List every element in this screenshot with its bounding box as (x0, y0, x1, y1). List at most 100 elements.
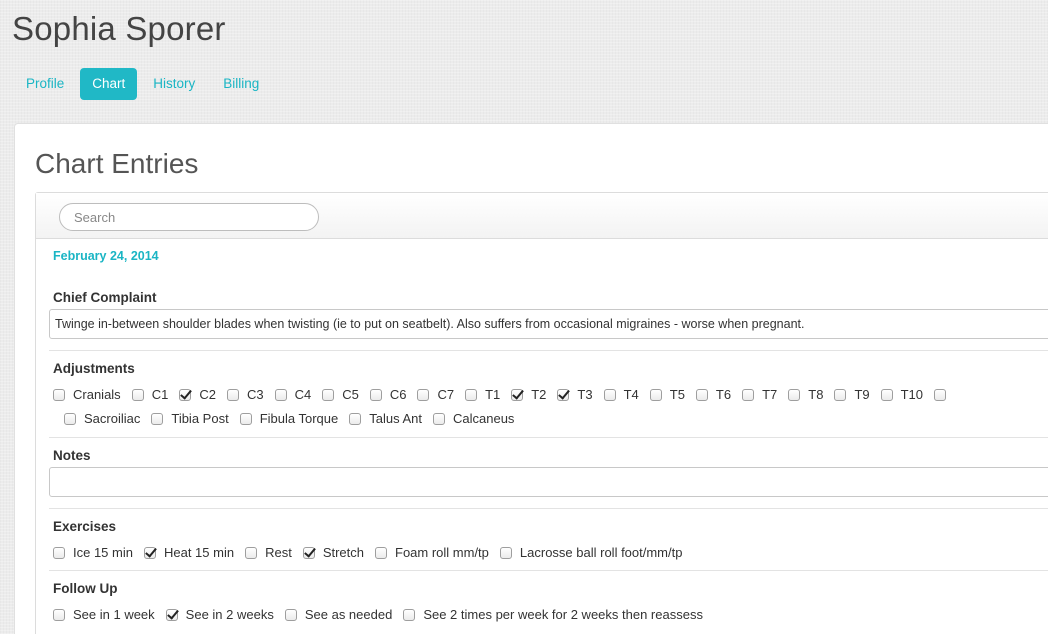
adjustment-option-t3[interactable]: T3 (557, 387, 593, 402)
checkbox[interactable] (403, 608, 416, 621)
checkbox[interactable] (375, 546, 387, 559)
checkbox[interactable] (834, 388, 847, 401)
tab-chart[interactable]: Chart (80, 68, 138, 100)
checkbox-label: C2 (199, 387, 216, 402)
checkbox-label: Stretch (322, 545, 364, 560)
checkbox-label: See as needed (304, 607, 393, 622)
exercise-option-rest[interactable]: Rest (245, 545, 292, 560)
checkbox[interactable] (742, 388, 755, 401)
checkbox[interactable] (131, 388, 144, 401)
adjustment-option-calcaneus[interactable]: Calcaneus (433, 411, 514, 426)
checkbox[interactable] (349, 412, 362, 425)
checkbox[interactable] (322, 388, 335, 401)
adjustment-option-t9[interactable]: T9 (834, 387, 870, 402)
follow-up-option-see-2-times-per-week-for-2-weeks-then-reassess[interactable]: See 2 times per week for 2 weeks then re… (403, 607, 703, 622)
checkbox-label: Rest (265, 545, 292, 560)
checkbox-label: C7 (437, 387, 455, 402)
adjustment-option-sacroiliac[interactable]: Sacroiliac (64, 411, 140, 426)
follow-up-option-see-in-2-weeks[interactable]: See in 2 weeks (165, 607, 274, 622)
adjustment-option-t5[interactable]: T5 (649, 387, 685, 402)
follow-up-option-see-in-1-week[interactable]: See in 1 week (53, 607, 155, 622)
exercise-option-ice-15-min[interactable]: Ice 15 min (53, 545, 133, 560)
checkbox-label: C6 (389, 387, 407, 402)
checkbox[interactable] (695, 388, 708, 401)
patient-nav-tabs: Profile Chart History Billing (14, 68, 275, 100)
checkbox-label: T4 (623, 387, 639, 402)
divider (49, 350, 1048, 351)
chief-complaint-title: Chief Complaint (53, 290, 157, 305)
checkbox[interactable] (433, 412, 445, 425)
adjustment-option-talus-ant[interactable]: Talus Ant (349, 411, 422, 426)
adjustment-option-c5[interactable]: C5 (322, 387, 359, 402)
tab-profile[interactable]: Profile (14, 68, 76, 100)
checkbox-label: Sacroiliac (84, 411, 141, 426)
checkbox[interactable] (64, 412, 76, 425)
checkbox-checked[interactable] (165, 608, 178, 621)
search-input[interactable] (59, 203, 319, 231)
adjustments-title: Adjustments (53, 361, 135, 376)
checkbox[interactable] (603, 388, 616, 401)
checkbox[interactable] (880, 388, 893, 401)
checkbox[interactable] (274, 388, 287, 401)
adjustment-option-c3[interactable]: C3 (226, 387, 264, 402)
follow-up-option-see-as-needed[interactable]: See as needed (284, 607, 393, 622)
adjustment-option-fibula-torque[interactable]: Fibula Torque (239, 411, 338, 426)
checkbox[interactable] (788, 388, 801, 401)
adjustment-option-t8[interactable]: T8 (788, 387, 823, 402)
checkbox-label: C4 (294, 387, 312, 402)
exercise-option-lacrosse-ball-roll-foot-mm-tp[interactable]: Lacrosse ball roll foot/mm/tp (499, 545, 683, 560)
exercise-option-foam-roll-mm-tp[interactable]: Foam roll mm/tp (375, 545, 489, 560)
adjustment-option-tibia-post[interactable]: Tibia Post (151, 411, 229, 426)
exercise-option-stretch[interactable]: Stretch (302, 545, 364, 560)
checkbox-label: C5 (342, 387, 359, 402)
adjustment-option-t6[interactable]: T6 (695, 387, 731, 402)
checkbox-label: See 2 times per week for 2 weeks then re… (423, 607, 703, 622)
checkbox[interactable] (284, 608, 297, 621)
adjustment-option-t10[interactable]: T10 (880, 387, 923, 402)
checkbox[interactable] (649, 388, 662, 401)
checkbox[interactable] (417, 388, 430, 401)
checkbox[interactable] (226, 388, 239, 401)
checkbox-label: C1 (151, 387, 169, 402)
checkbox[interactable] (369, 388, 382, 401)
exercise-option-heat-15-min[interactable]: Heat 15 min (143, 545, 234, 560)
checkbox-checked[interactable] (511, 388, 524, 401)
checkbox-label: Lacrosse ball roll foot/mm/tp (519, 545, 683, 560)
tab-history[interactable]: History (141, 68, 207, 100)
follow-up-title: Follow Up (53, 581, 118, 596)
notes-field[interactable] (49, 467, 1048, 497)
divider (49, 570, 1048, 571)
checkbox-label: Ice 15 min (73, 545, 133, 560)
checkbox[interactable] (499, 546, 512, 559)
adjustment-option-t7[interactable]: T7 (742, 387, 777, 402)
adjustment-option-t2[interactable]: T2 (511, 387, 546, 402)
checkbox[interactable] (53, 388, 65, 401)
checkbox-label: Foam roll mm/tp (395, 545, 489, 560)
checkbox[interactable] (53, 546, 65, 559)
exercises-title: Exercises (53, 519, 117, 534)
adjustment-option-c7[interactable]: C7 (417, 387, 454, 402)
checkbox-checked[interactable] (179, 388, 192, 401)
adjustment-option-c1[interactable]: C1 (131, 387, 169, 402)
checkbox[interactable] (465, 388, 478, 401)
adjustment-option-c2[interactable]: C2 (179, 387, 216, 402)
adjustment-option-cranials[interactable]: Cranials (53, 387, 121, 402)
adjustment-option-blank[interactable] (934, 388, 954, 401)
divider (49, 508, 1048, 509)
adjustment-option-t1[interactable]: T1 (465, 387, 500, 402)
entry-date-link[interactable]: February 24, 2014 (53, 249, 159, 263)
checkbox-checked[interactable] (143, 546, 156, 559)
tab-billing[interactable]: Billing (211, 68, 271, 100)
adjustment-option-t4[interactable]: T4 (603, 387, 639, 402)
checkbox-label: Calcaneus (453, 411, 515, 426)
checkbox[interactable] (934, 388, 947, 401)
checkbox[interactable] (239, 412, 252, 425)
checkbox[interactable] (53, 608, 65, 621)
checkbox[interactable] (245, 546, 258, 559)
checkbox-checked[interactable] (302, 546, 315, 559)
checkbox-checked[interactable] (557, 388, 570, 401)
chief-complaint-field[interactable]: Twinge in-between shoulder blades when t… (49, 309, 1048, 339)
checkbox[interactable] (151, 412, 164, 425)
adjustment-option-c6[interactable]: C6 (369, 387, 407, 402)
adjustment-option-c4[interactable]: C4 (274, 387, 312, 402)
